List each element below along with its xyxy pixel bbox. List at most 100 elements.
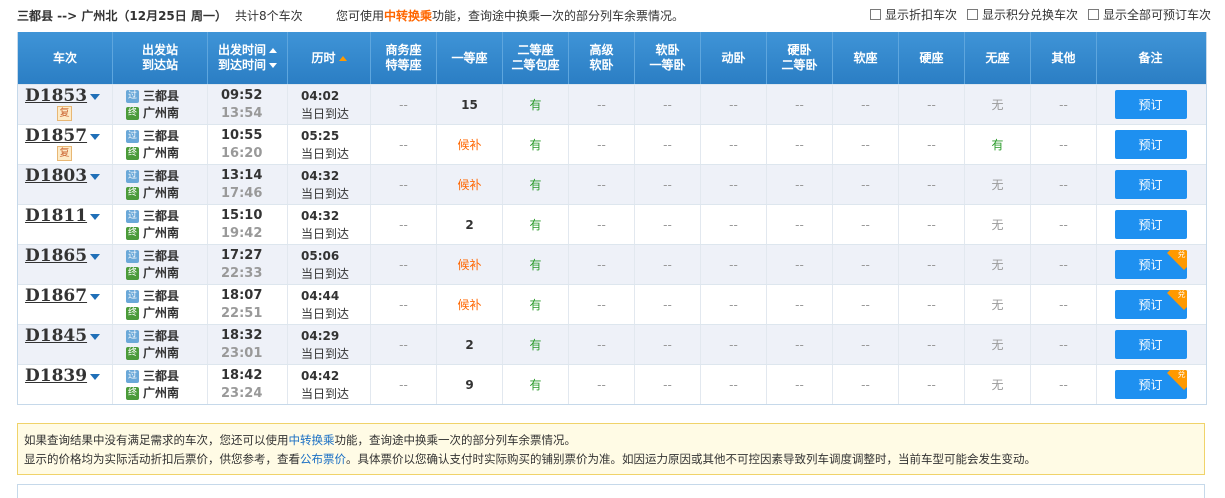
seat-cell-second[interactable]: 有 <box>503 325 569 364</box>
arrival-time: 22:51 <box>221 305 263 321</box>
seat-cell-hard-sleeper: -- <box>767 325 833 364</box>
book-button[interactable]: 预订 <box>1114 210 1187 239</box>
from-station-name: 三都县 <box>143 329 180 343</box>
seat-cell-second[interactable]: 有 <box>503 245 569 284</box>
table-row: D1853 复过三都县终广州南 09:52 13:54 04:02 当日到达 -- 15 有 --… <box>18 84 1206 124</box>
col-soft-seat-label: 软座 <box>853 50 878 65</box>
seat-availability: 有 <box>529 258 542 272</box>
option-discount[interactable]: 显示折扣车次 <box>869 6 957 23</box>
seat-availability: -- <box>1059 297 1068 312</box>
col-soft-seat: 软座 <box>833 32 899 84</box>
chevron-down-icon[interactable] <box>90 374 100 380</box>
book-button-label: 预订 <box>1138 378 1163 392</box>
seat-cell-first[interactable]: 候补 <box>437 125 503 164</box>
time-cell: 17:27 22:33 <box>208 245 288 284</box>
arrival-day: 当日到达 <box>301 226 350 241</box>
train-number-link[interactable]: D1845 <box>25 326 87 346</box>
checkbox-all-bookable[interactable] <box>1087 9 1099 20</box>
seat-cell-first[interactable]: 候补 <box>437 285 503 324</box>
seat-cell-no-seat: 无 <box>965 85 1031 124</box>
checkbox-points[interactable] <box>966 9 978 20</box>
chevron-down-icon[interactable] <box>90 94 100 100</box>
from-station-name: 三都县 <box>143 169 180 183</box>
train-number-link[interactable]: D1803 <box>25 166 87 186</box>
sort-departure[interactable]: 出发时间 <box>218 43 277 58</box>
departure-time: 18:42 <box>221 367 263 383</box>
book-button[interactable]: 预订 <box>1114 90 1187 119</box>
notice-price-link[interactable]: 公布票价 <box>300 452 346 466</box>
seat-cell-first[interactable]: 2 <box>437 325 503 364</box>
train-cell: D1865 <box>18 245 113 284</box>
seat-availability: -- <box>1059 97 1068 112</box>
book-button[interactable]: 预订 兑 <box>1114 250 1187 279</box>
col-remark-label: 备注 <box>1138 50 1163 65</box>
seat-availability: -- <box>927 137 936 152</box>
sort-arrival[interactable]: 到达时间 <box>218 58 277 73</box>
seat-availability: 无 <box>991 338 1004 352</box>
terminal-station-icon: 终 <box>126 386 139 400</box>
train-number-link[interactable]: D1865 <box>25 246 87 266</box>
from-station: 过三都县 <box>126 369 179 383</box>
seat-cell-no-seat[interactable]: 有 <box>965 125 1031 164</box>
seat-cell-first[interactable]: 候补 <box>437 165 503 204</box>
checkbox-discount[interactable] <box>869 9 881 20</box>
seat-availability: -- <box>729 97 738 112</box>
seat-cell-soft-seat: -- <box>833 165 899 204</box>
train-number-link[interactable]: D1857 <box>25 126 87 146</box>
chevron-down-icon[interactable] <box>90 174 100 180</box>
seat-cell-soft-sleeper: -- <box>635 285 701 324</box>
book-button[interactable]: 预订 兑 <box>1114 370 1187 399</box>
transfer-link[interactable]: 中转换乘 <box>384 9 432 23</box>
notice-transfer-link[interactable]: 中转换乘 <box>289 433 335 447</box>
book-button[interactable]: 预订 <box>1114 330 1187 359</box>
train-number-link[interactable]: D1839 <box>25 366 87 386</box>
option-points[interactable]: 显示积分兑换车次 <box>966 6 1078 23</box>
to-station-name: 广州南 <box>143 106 180 120</box>
train-number-link[interactable]: D1811 <box>25 206 87 226</box>
chevron-down-icon[interactable] <box>90 214 100 220</box>
seat-cell-second[interactable]: 有 <box>503 205 569 244</box>
seat-cell-second[interactable]: 有 <box>503 125 569 164</box>
table-row: D1845 过三都县终广州南 18:32 23:01 04:29 当日到达 -- 2 有 -- --… <box>18 324 1206 364</box>
seat-cell-first[interactable]: 9 <box>437 365 503 404</box>
seat-availability: -- <box>795 177 804 192</box>
book-button[interactable]: 预订 兑 <box>1114 290 1187 319</box>
seat-cell-other: -- <box>1031 165 1097 204</box>
seat-availability: -- <box>597 137 606 152</box>
col-duration[interactable]: 历时 <box>288 32 371 84</box>
chevron-down-icon[interactable] <box>90 294 100 300</box>
seat-cell-first[interactable]: 2 <box>437 205 503 244</box>
seat-availability: 候补 <box>457 178 482 192</box>
seat-cell-second[interactable]: 有 <box>503 165 569 204</box>
book-button[interactable]: 预订 <box>1114 130 1187 159</box>
seat-availability: -- <box>795 337 804 352</box>
departure-time: 15:10 <box>221 207 263 223</box>
chevron-down-icon[interactable] <box>90 254 100 260</box>
seat-cell-second[interactable]: 有 <box>503 85 569 124</box>
seat-cell-emu-sleeper: -- <box>701 125 767 164</box>
arrival-time: 23:01 <box>221 345 263 361</box>
from-station-name: 三都县 <box>143 289 180 303</box>
to-station: 终广州南 <box>126 306 179 320</box>
seat-cell-second[interactable]: 有 <box>503 285 569 324</box>
option-all-bookable[interactable]: 显示全部可预订车次 <box>1087 6 1211 23</box>
seat-cell-adv-soft: -- <box>569 205 635 244</box>
train-cell: D1853 复 <box>18 85 113 124</box>
seat-cell-second[interactable]: 有 <box>503 365 569 404</box>
seat-cell-first[interactable]: 候补 <box>437 245 503 284</box>
col-time[interactable]: 出发时间 到达时间 <box>208 32 288 84</box>
station-cell: 过三都县终广州南 <box>113 165 208 204</box>
chevron-down-icon[interactable] <box>90 334 100 340</box>
departure-time: 17:27 <box>221 247 263 263</box>
station-cell: 过三都县终广州南 <box>113 245 208 284</box>
seat-cell-first[interactable]: 15 <box>437 85 503 124</box>
train-number-link[interactable]: D1867 <box>25 286 87 306</box>
book-button[interactable]: 预订 <box>1114 170 1187 199</box>
seat-cell-soft-sleeper: -- <box>635 205 701 244</box>
col-adv-soft: 高级 软卧 <box>569 32 635 84</box>
train-number-link[interactable]: D1853 <box>25 86 87 106</box>
query-summary-bar: 三都县 --> 广州北（12月25日 周一） 共计8个车次 您可使用中转换乘功能… <box>0 0 1225 30</box>
chevron-down-icon[interactable] <box>90 134 100 140</box>
option-discount-label: 显示折扣车次 <box>884 8 957 22</box>
time-cell: 18:32 23:01 <box>208 325 288 364</box>
